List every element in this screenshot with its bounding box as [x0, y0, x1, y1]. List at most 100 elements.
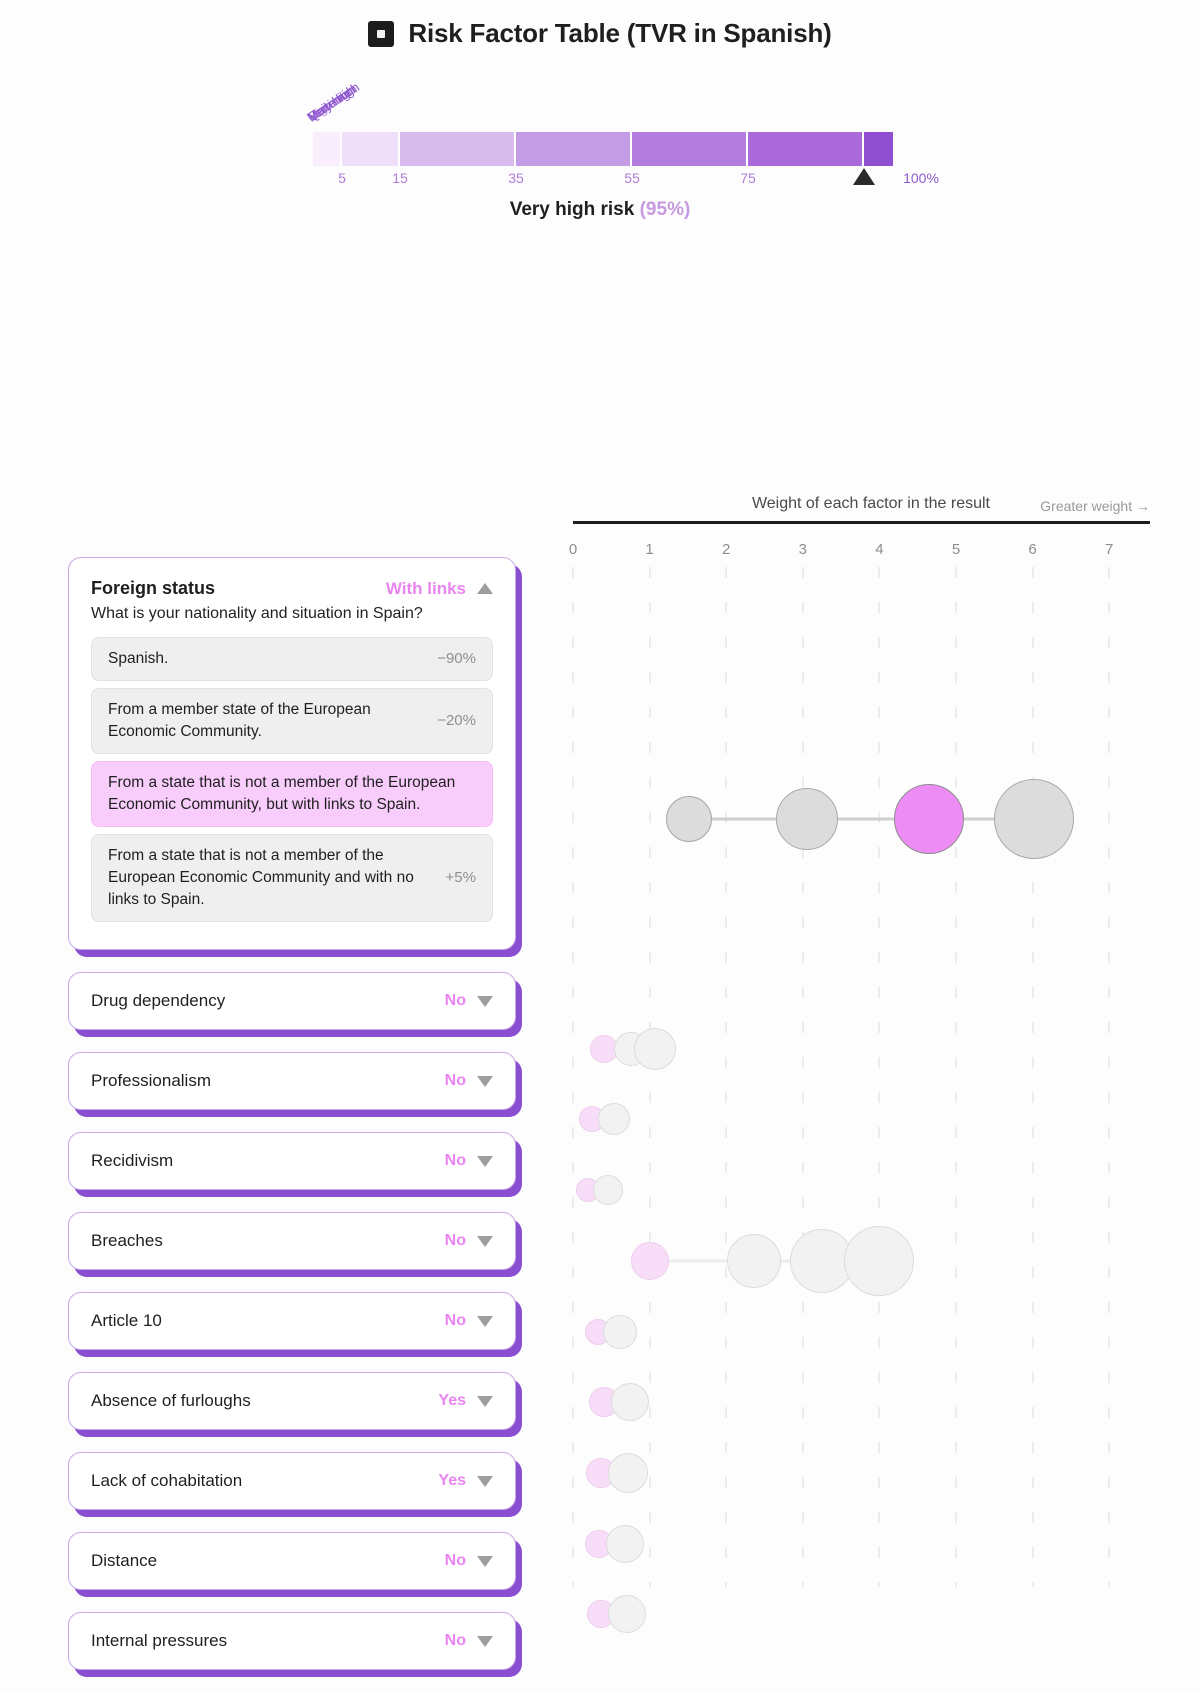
factor-card-header[interactable]: Professionalism No	[69, 1053, 515, 1109]
factor-value: No	[444, 1072, 466, 1089]
chevron-down-icon[interactable]	[477, 995, 493, 1007]
factor-name: Drug dependency	[91, 991, 226, 1010]
factor-options: Spanish. −90% From a member state of the E…	[69, 625, 515, 949]
factor-card-header[interactable]: Breaches No	[69, 1213, 515, 1269]
factor-value: No	[444, 992, 466, 1009]
x-axis-tick-3: 3	[798, 541, 807, 558]
chevron-down-icon[interactable]	[477, 1315, 493, 1327]
factor-name: Absence of furloughs	[91, 1391, 251, 1410]
weight-bubble[interactable]	[593, 1175, 624, 1205]
factor-card-header[interactable]: Recidivism No	[69, 1133, 515, 1189]
weight-bubble[interactable]	[776, 788, 839, 850]
weight-bubble[interactable]	[633, 1028, 676, 1070]
factor-value-group[interactable]: Yes	[438, 1472, 493, 1490]
factor-card-article-10[interactable]: Article 10 No	[68, 1292, 516, 1350]
factor-card-distance[interactable]: Distance No	[68, 1532, 516, 1590]
factor-name: Professionalism	[91, 1071, 211, 1090]
gauge-segment-4: Quite high	[305, 79, 748, 166]
weight-bubble[interactable]	[630, 1242, 669, 1280]
chart-caption: Weight of each factor in the result	[751, 495, 990, 512]
gauge-tick-6: 100%	[903, 170, 939, 186]
weight-bubble[interactable]	[844, 1226, 915, 1296]
gridline-4	[878, 567, 880, 1587]
page-title: Risk Factor Table (TVR in Spanish)	[408, 18, 832, 48]
bubble-connector	[837, 817, 896, 821]
factor-card-drug-dependency[interactable]: Drug dependency No	[68, 972, 516, 1030]
weight-bubble[interactable]	[603, 1315, 638, 1349]
factor-value: No	[444, 1152, 466, 1169]
factor-value-group[interactable]: No	[445, 1072, 493, 1090]
factor-name: Lack of cohabitation	[91, 1471, 243, 1490]
chevron-down-icon[interactable]	[477, 1635, 493, 1647]
factor-option-percent: −20%	[437, 712, 476, 730]
bubble-plot	[560, 567, 1160, 1633]
factor-card-absence-of-furloughs[interactable]: Absence of furloughs Yes	[68, 1372, 516, 1430]
gridline-6	[1032, 567, 1034, 1587]
risk-gauge-bar: Very low Low Normal High Quite high Very high…	[305, 79, 893, 166]
page-title-bar: Risk Factor Table (TVR in Spanish)	[0, 0, 1200, 49]
factor-card-header[interactable]: Absence of furloughs Yes	[69, 1373, 515, 1429]
factor-card-internal-pressures[interactable]: Internal pressures No	[68, 1612, 516, 1670]
factor-value-group[interactable]: With links	[386, 579, 493, 599]
x-axis-tick-6: 6	[1028, 541, 1037, 558]
factor-value-group[interactable]: Yes	[438, 1392, 493, 1410]
factor-option[interactable]: Spanish. −90%	[91, 637, 493, 681]
factor-value: With links	[385, 578, 466, 598]
chevron-up-icon[interactable]	[477, 583, 493, 594]
chevron-down-icon[interactable]	[477, 1155, 493, 1167]
factor-value-group[interactable]: No	[445, 1152, 493, 1170]
factor-name: Article 10	[91, 1311, 162, 1330]
chevron-down-icon[interactable]	[477, 1395, 493, 1407]
factor-card-header[interactable]: Internal pressures No	[69, 1613, 515, 1669]
weight-bubble[interactable]	[608, 1453, 649, 1493]
factor-value-group[interactable]: No	[445, 992, 493, 1010]
factor-value-group[interactable]: No	[445, 1632, 493, 1650]
weight-bubble[interactable]	[665, 796, 712, 842]
factor-card-recidivism[interactable]: Recidivism No	[68, 1132, 516, 1190]
risk-summary-percent: (95%)	[639, 199, 691, 220]
weight-bubble[interactable]	[611, 1383, 650, 1421]
factor-option-label: From a member state of the European Econ…	[108, 701, 371, 740]
weight-bubble[interactable]	[607, 1595, 646, 1633]
factor-name: Breaches	[91, 1231, 163, 1250]
gridline-2	[725, 567, 727, 1587]
factor-value-group[interactable]: No	[445, 1312, 493, 1330]
chevron-down-icon[interactable]	[477, 1075, 493, 1087]
factor-name: Distance	[91, 1551, 158, 1570]
factor-value: No	[444, 1552, 466, 1569]
chevron-down-icon[interactable]	[477, 1475, 493, 1487]
factor-card-breaches[interactable]: Breaches No	[68, 1212, 516, 1270]
factor-card-header[interactable]: Foreign status With links	[69, 558, 515, 599]
factor-list: Foreign status With links What is your nat…	[68, 557, 516, 1692]
weight-bubble[interactable]	[726, 1234, 781, 1288]
gauge-segment-6: Maximum	[305, 81, 893, 166]
chevron-down-icon[interactable]	[477, 1235, 493, 1247]
gauge-segment-5: Very high	[305, 82, 864, 166]
factor-option[interactable]: From a state that is not a member of the…	[91, 834, 493, 922]
bubble-connector	[710, 817, 778, 821]
chevron-down-icon[interactable]	[477, 1555, 493, 1567]
factor-option-percent: −90%	[437, 650, 476, 668]
weight-bubble[interactable]	[598, 1103, 631, 1135]
factor-card-header[interactable]: Distance No	[69, 1533, 515, 1589]
factor-card-lack-of-cohabitation[interactable]: Lack of cohabitation Yes	[68, 1452, 516, 1510]
weight-bubble[interactable]	[894, 784, 965, 854]
weight-bubble[interactable]	[994, 779, 1075, 859]
factor-option[interactable]: From a state that is not a member of the…	[91, 761, 493, 827]
factor-card-header[interactable]: Article 10 No	[69, 1293, 515, 1349]
gauge-tick-2: 35	[508, 170, 524, 186]
factor-card-professionalism[interactable]: Professionalism No	[68, 1052, 516, 1110]
factor-value-group[interactable]: No	[445, 1552, 493, 1570]
x-axis-tick-1: 1	[645, 541, 654, 558]
factor-card-header[interactable]: Drug dependency No	[69, 973, 515, 1029]
factor-card-header[interactable]: Lack of cohabitation Yes	[69, 1453, 515, 1509]
factor-value-group[interactable]: No	[445, 1232, 493, 1250]
factor-option[interactable]: From a member state of the European Econ…	[91, 688, 493, 754]
gauge-segment-1: Low	[305, 99, 400, 166]
weight-bubble[interactable]	[606, 1525, 645, 1563]
factor-option-label: From a state that is not a member of the…	[108, 847, 414, 908]
factor-card-foreign-status[interactable]: Foreign status With links What is your nat…	[68, 557, 516, 950]
factor-option-percent: +5%	[445, 869, 476, 887]
factor-question: What is your nationality and situation i…	[91, 605, 423, 622]
factor-value: No	[444, 1312, 466, 1329]
